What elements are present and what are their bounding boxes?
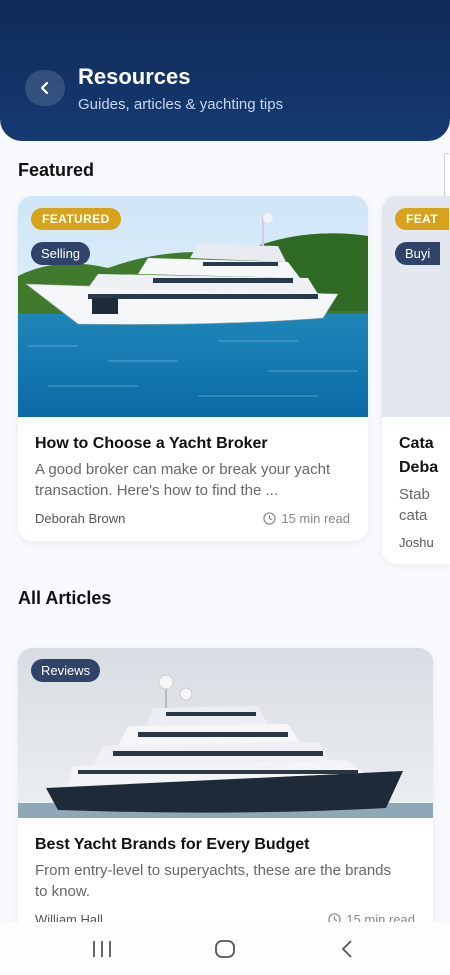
page-header: Resources Guides, articles & yachting ti…	[0, 0, 450, 141]
page-title: Resources	[78, 64, 191, 89]
chevron-left-icon	[40, 81, 49, 95]
read-time: 15 min read	[263, 511, 350, 526]
card-description-line1: Stab	[399, 486, 430, 503]
read-time-label: 15 min read	[281, 511, 350, 526]
page-subtitle: Guides, articles & yachting tips	[78, 96, 284, 113]
all-articles-section-title: All Articles	[18, 588, 112, 608]
featured-section-title: Featured	[18, 160, 95, 180]
category-badge: Reviews	[31, 659, 101, 682]
card-author: Deborah Brown	[35, 511, 126, 526]
card-title-line1: Cata	[399, 435, 434, 452]
back-icon[interactable]	[337, 939, 359, 959]
card-author: Joshu	[399, 535, 434, 550]
featured-badge: FEATURED	[31, 208, 121, 230]
featured-card[interactable]: FEAT Buyi Cata Deba Stab cata Joshu	[382, 196, 450, 564]
card-title: How to Choose a Yacht Broker	[35, 435, 268, 452]
category-badge: Buyi	[395, 242, 441, 265]
card-title-line2: Deba	[399, 459, 439, 476]
home-icon[interactable]	[214, 939, 236, 959]
category-badge: Selling	[31, 242, 91, 265]
featured-card[interactable]: FEATURED Selling How to Choose a Yacht B…	[18, 196, 368, 541]
article-card[interactable]: Reviews Best Yacht Brands for Every Budg…	[18, 648, 433, 938]
card-description: A good broker can make or break your yac…	[35, 461, 331, 499]
clock-icon	[263, 512, 277, 525]
card-description-line2: cata	[399, 507, 428, 524]
system-navigation-bar	[0, 922, 450, 975]
card-description: From entry-level to superyachts, these a…	[35, 862, 392, 900]
recent-apps-icon[interactable]	[91, 939, 113, 959]
card-title: Best Yacht Brands for Every Budget	[35, 836, 310, 853]
back-button[interactable]	[25, 70, 65, 106]
featured-badge: FEAT	[395, 208, 450, 230]
